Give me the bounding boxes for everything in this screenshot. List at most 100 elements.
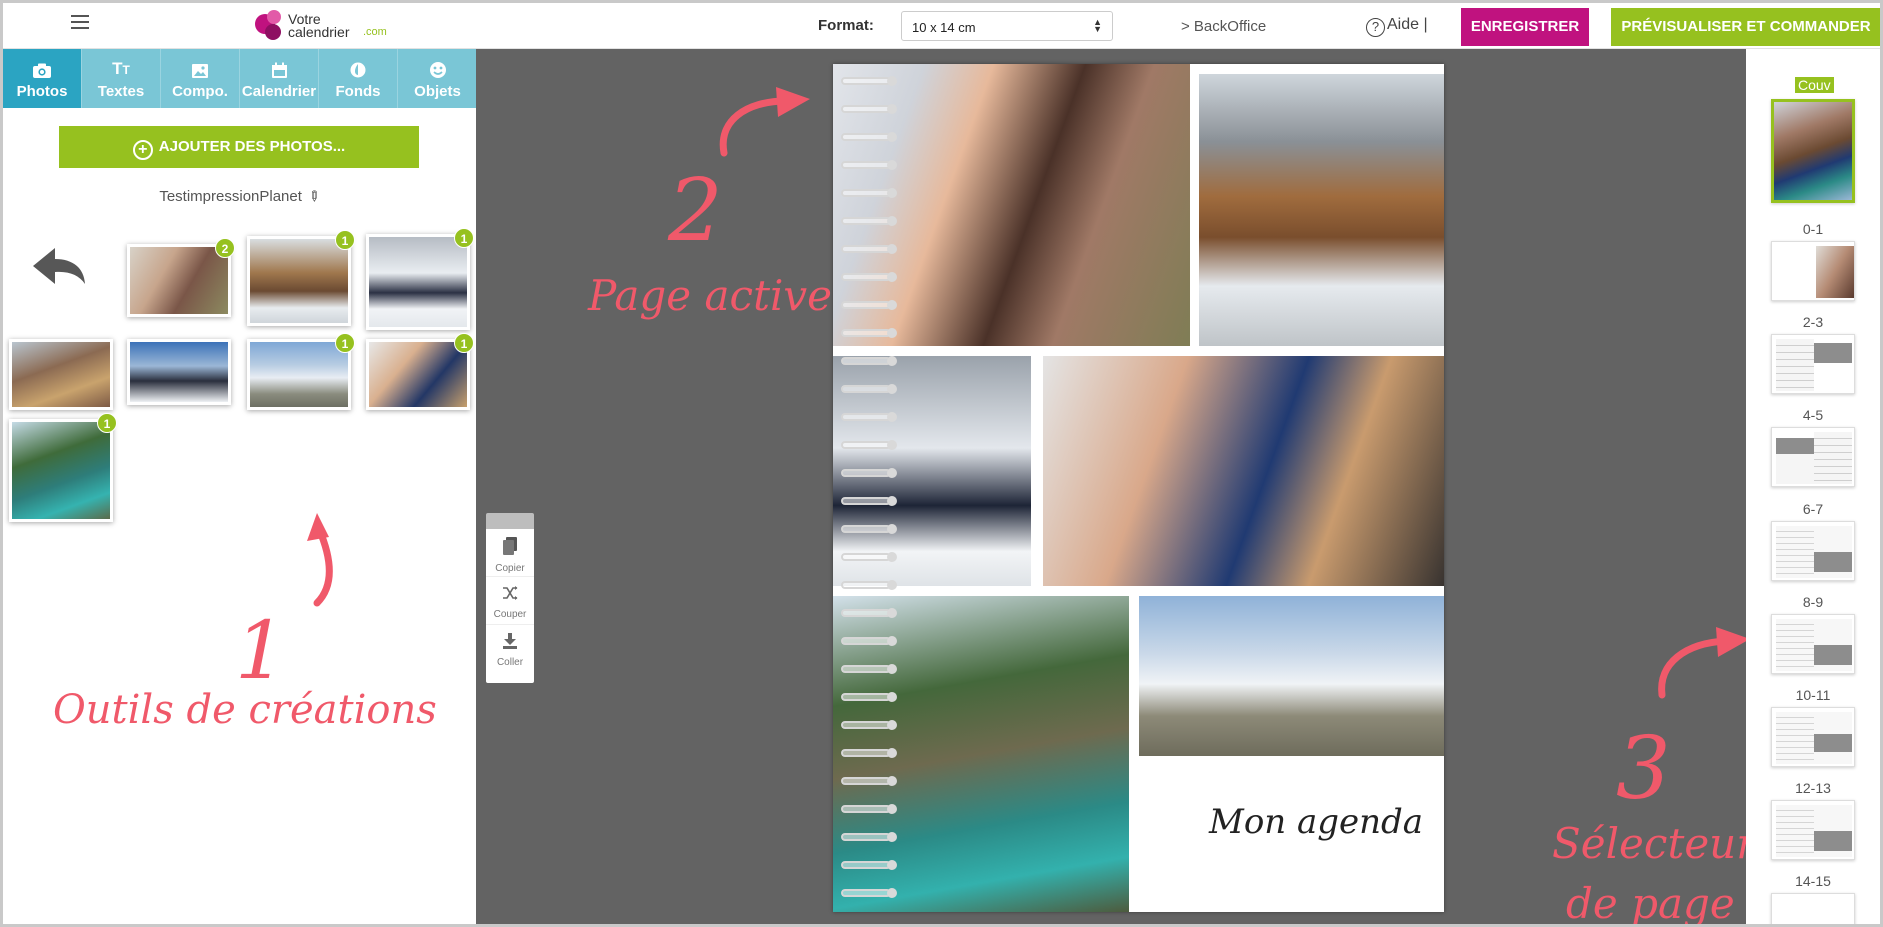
- annotation-active-page-label: Page active: [588, 271, 832, 320]
- tab-label: Textes: [97, 83, 145, 100]
- smiley-icon: [398, 49, 477, 79]
- photo-thumbnail[interactable]: [127, 244, 231, 317]
- spiral-ring: [841, 636, 897, 646]
- page-thumb[interactable]: [1771, 334, 1855, 394]
- add-photos-label: AJOUTER DES PHOTOS...: [158, 138, 346, 155]
- usage-count-badge: 1: [454, 228, 474, 248]
- tab-textes[interactable]: TT Textes: [82, 49, 161, 108]
- help-link[interactable]: ? Aide |: [1366, 16, 1428, 37]
- page-number: 0-1: [1802, 221, 1824, 237]
- photo-thumbnail[interactable]: [9, 339, 113, 410]
- annotation-number-2: 2: [668, 161, 723, 261]
- usage-count-badge: 1: [97, 413, 117, 433]
- format-label: Format:: [818, 17, 874, 34]
- usage-count-badge: 2: [215, 238, 235, 258]
- tool-tabs: Photos TT Textes Compo. Calendrier Fonds…: [3, 49, 476, 108]
- tab-fonds[interactable]: Fonds: [319, 49, 398, 108]
- tab-photos[interactable]: Photos: [3, 49, 82, 108]
- select-arrows-icon: ▲ ▼: [1093, 17, 1102, 34]
- camera-icon: [3, 49, 81, 79]
- cut-button[interactable]: Couper: [486, 577, 534, 625]
- spiral-ring: [841, 216, 897, 226]
- tools-panel: Photos TT Textes Compo. Calendrier Fonds…: [3, 49, 476, 924]
- annotation-number-3: 3: [1616, 719, 1671, 819]
- page-thumb-photo: [1816, 246, 1854, 298]
- page-thumb[interactable]: [1771, 521, 1855, 581]
- spiral-ring: [841, 524, 897, 534]
- album-name: TestimpressionPlanet ✎: [3, 186, 476, 206]
- logo-tld: .com: [363, 26, 387, 38]
- back-arrow-icon[interactable]: [29, 244, 89, 295]
- page-thumb-cover[interactable]: [1771, 99, 1855, 203]
- photo-thumbnail[interactable]: [9, 419, 113, 522]
- calendar-title[interactable]: Mon agenda: [1209, 802, 1423, 842]
- page-thumb[interactable]: [1771, 893, 1855, 924]
- logo-text-2: calendrier: [288, 24, 350, 40]
- paste-label: Coller: [496, 657, 524, 668]
- edit-pencil-icon[interactable]: ✎: [304, 186, 324, 206]
- page-thumb-grid: [1814, 339, 1852, 391]
- page-thumb[interactable]: [1771, 800, 1855, 860]
- tab-label: Photos: [16, 83, 68, 100]
- spiral-ring: [841, 76, 897, 86]
- page-thumb-grid: [1814, 526, 1852, 578]
- preview-order-button[interactable]: PRÉVISUALISER ET COMMANDER: [1611, 8, 1880, 46]
- spiral-ring: [841, 664, 897, 674]
- tab-label: Fonds: [335, 83, 381, 100]
- page-thumb[interactable]: [1771, 707, 1855, 767]
- spiral-ring: [841, 244, 897, 254]
- paste-button[interactable]: Coller: [486, 625, 534, 673]
- page-number: 4-5: [1802, 407, 1824, 423]
- annotation-selector-label: Sélecteur: [1552, 819, 1757, 868]
- photo-thumbnail[interactable]: [247, 339, 351, 410]
- copy-button[interactable]: Copier: [486, 529, 534, 577]
- page-thumb-grid: [1814, 805, 1852, 857]
- spiral-ring: [841, 356, 897, 366]
- annotation-arrow-right-2: [1658, 627, 1750, 699]
- spiral-ring: [841, 552, 897, 562]
- help-label: Aide |: [1387, 16, 1428, 33]
- cut-label: Couper: [493, 609, 527, 620]
- page-thumb[interactable]: [1771, 427, 1855, 487]
- active-page[interactable]: Mon agenda: [833, 64, 1444, 912]
- page-thumb[interactable]: [1771, 614, 1855, 674]
- image-icon: [161, 49, 239, 79]
- page-photo-6[interactable]: [1139, 596, 1444, 756]
- photo-thumbnail[interactable]: [247, 236, 351, 326]
- page-photo-4[interactable]: [1043, 356, 1444, 586]
- tab-label: Compo.: [172, 83, 228, 100]
- format-select[interactable]: 10 x 14 cm ▲ ▼: [901, 11, 1113, 41]
- copy-label: Copier: [495, 563, 525, 574]
- add-photos-button[interactable]: + AJOUTER DES PHOTOS...: [59, 126, 419, 168]
- text-icon: TT: [112, 59, 130, 78]
- backoffice-link[interactable]: > BackOffice: [1181, 18, 1266, 35]
- page-number: 12-13: [1795, 780, 1831, 796]
- page-photo-2[interactable]: [1199, 74, 1444, 346]
- usage-count-badge: 1: [454, 333, 474, 353]
- hamburger-icon[interactable]: [71, 15, 89, 29]
- app-window: Votre calendrier .com Format: 10 x 14 cm…: [0, 0, 1883, 927]
- spiral-ring: [841, 832, 897, 842]
- spiral-ring: [841, 440, 897, 450]
- download-icon: [486, 633, 534, 654]
- tab-objets[interactable]: Objets: [398, 49, 477, 108]
- spiral-ring: [841, 412, 897, 422]
- spiral-ring: [841, 692, 897, 702]
- page-thumb-grid: [1776, 619, 1814, 671]
- photo-thumbnail[interactable]: [366, 234, 470, 330]
- top-bar: Votre calendrier .com Format: 10 x 14 cm…: [3, 3, 1880, 49]
- save-button[interactable]: ENREGISTRER: [1461, 8, 1589, 46]
- spiral-ring: [841, 188, 897, 198]
- photo-thumbnail[interactable]: [366, 339, 470, 410]
- page-thumb[interactable]: [1771, 241, 1855, 301]
- spiral-ring: [841, 888, 897, 898]
- tab-calendrier[interactable]: Calendrier: [240, 49, 319, 108]
- tab-label: Calendrier: [241, 83, 317, 100]
- edit-toolbox: Copier Couper Coller: [486, 513, 534, 683]
- tab-compo[interactable]: Compo.: [161, 49, 240, 108]
- spiral-ring: [841, 496, 897, 506]
- logo[interactable]: Votre calendrier .com: [251, 8, 401, 44]
- drop-icon: [319, 49, 397, 79]
- photo-thumbnail[interactable]: [127, 339, 231, 405]
- spiral-ring: [841, 328, 897, 338]
